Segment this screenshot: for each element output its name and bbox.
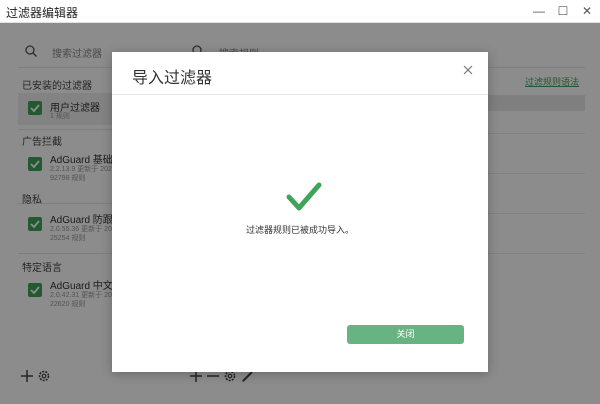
import-filter-dialog: 导入过滤器 过滤器规则已被成功导入。 关闭	[112, 52, 488, 372]
minimize-icon[interactable]: —	[528, 2, 550, 20]
success-check-icon	[286, 182, 322, 211]
close-icon[interactable]	[460, 62, 476, 78]
dialog-divider	[112, 94, 488, 95]
window-title: 过滤器编辑器	[6, 6, 79, 20]
maximize-icon[interactable]: ☐	[552, 2, 574, 20]
close-button[interactable]: 关闭	[347, 325, 464, 344]
window-titlebar: 过滤器编辑器 — ☐ ✕	[0, 0, 600, 23]
dialog-title: 导入过滤器	[132, 70, 213, 87]
success-message: 过滤器规则已被成功导入。	[245, 225, 354, 235]
close-window-icon[interactable]: ✕	[576, 2, 598, 20]
